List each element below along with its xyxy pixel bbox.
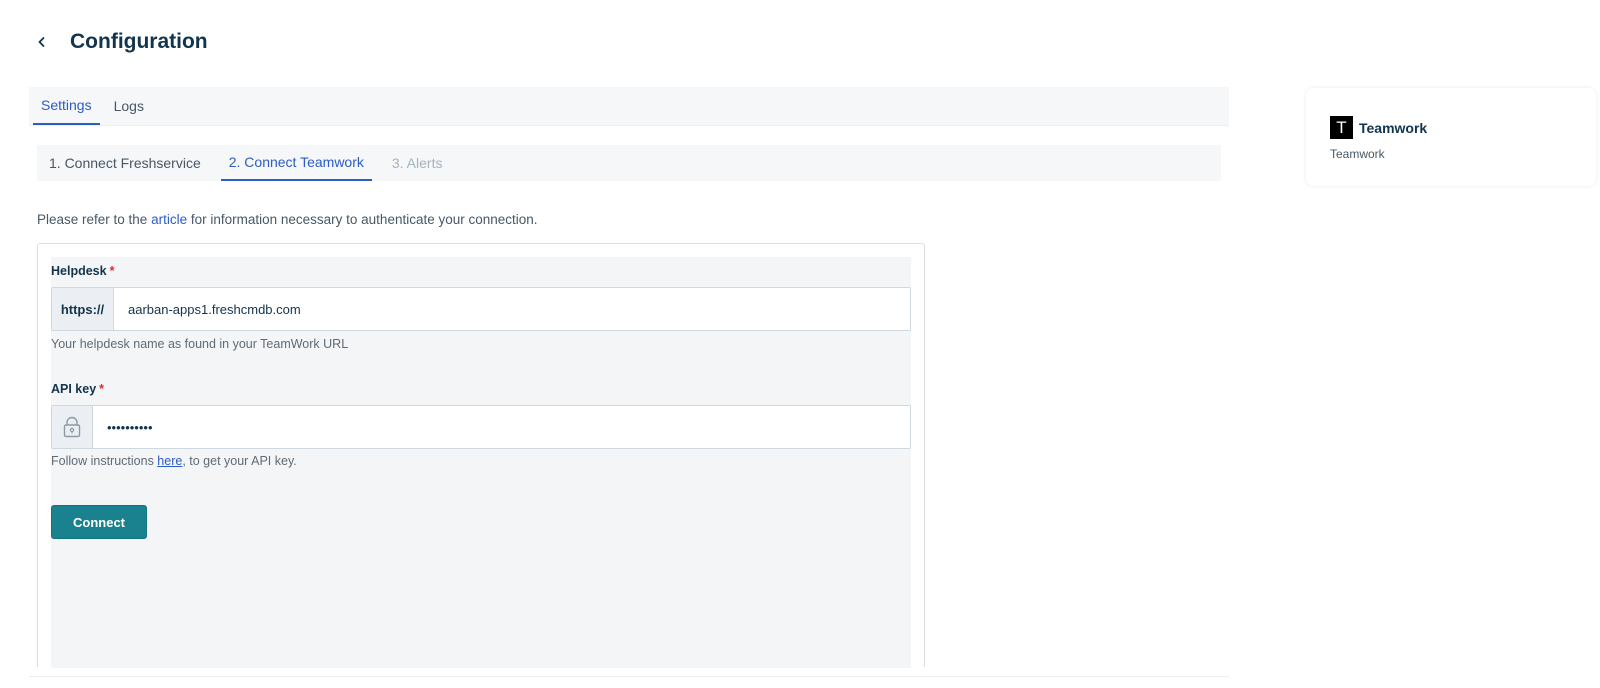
api-key-hint: Follow instructions here, to get your AP…	[51, 454, 297, 468]
required-marker: *	[99, 382, 105, 396]
helpdesk-input-group: https://	[51, 287, 911, 331]
api-key-hint-after: , to get your API key.	[182, 454, 297, 468]
form-body: Helpdesk* https:// Your helpdesk name as…	[51, 257, 911, 668]
page-title: Configuration	[70, 30, 208, 53]
lock-prefix	[52, 406, 93, 448]
teamwork-logo: T	[1330, 116, 1353, 139]
api-key-label: API key *	[51, 382, 104, 396]
tab-settings[interactable]: Settings	[33, 87, 100, 125]
app-header: T Teamwork	[1330, 116, 1572, 139]
article-link[interactable]: article	[151, 212, 187, 227]
api-key-input-group	[51, 405, 911, 449]
required-marker: *	[109, 264, 115, 278]
helpdesk-label: Helpdesk *	[51, 264, 114, 278]
https-prefix: https://	[52, 288, 114, 330]
instructions-link[interactable]: here	[157, 454, 182, 468]
page-header: Configuration	[30, 26, 208, 58]
intro-text-after: for information necessary to authenticat…	[187, 212, 538, 227]
helpdesk-label-text: Helpdesk	[51, 264, 107, 278]
api-key-input[interactable]	[93, 406, 910, 448]
helpdesk-hint: Your helpdesk name as found in your Team…	[51, 337, 349, 351]
intro-text-before: Please refer to the	[37, 212, 152, 227]
connect-button[interactable]: Connect	[51, 505, 147, 539]
api-key-label-text: API key	[51, 382, 97, 396]
app-name: Teamwork	[1359, 119, 1428, 136]
step-bar: 1. Connect Freshservice 2. Connect Teamw…	[37, 145, 1221, 181]
intro-text: Please refer to the article for informat…	[37, 212, 538, 227]
step-alerts: 3. Alerts	[391, 155, 443, 171]
back-button[interactable]	[30, 30, 54, 54]
step-connect-teamwork[interactable]: 2. Connect Teamwork	[220, 145, 372, 181]
lock-icon	[63, 416, 81, 438]
helpdesk-input[interactable]	[114, 288, 910, 330]
tab-bar: Settings Logs	[29, 87, 1229, 126]
chevron-left-icon	[38, 37, 45, 47]
app-subtitle: Teamwork	[1330, 147, 1385, 161]
step-connect-freshservice[interactable]: 1. Connect Freshservice	[41, 145, 209, 181]
connection-form: Helpdesk* https:// Your helpdesk name as…	[37, 243, 925, 668]
tab-logs[interactable]: Logs	[106, 87, 152, 125]
api-key-hint-before: Follow instructions	[51, 454, 158, 468]
app-card: T Teamwork Teamwork	[1306, 88, 1596, 186]
main-panel: Settings Logs 1. Connect Freshservice 2.…	[29, 87, 1229, 677]
